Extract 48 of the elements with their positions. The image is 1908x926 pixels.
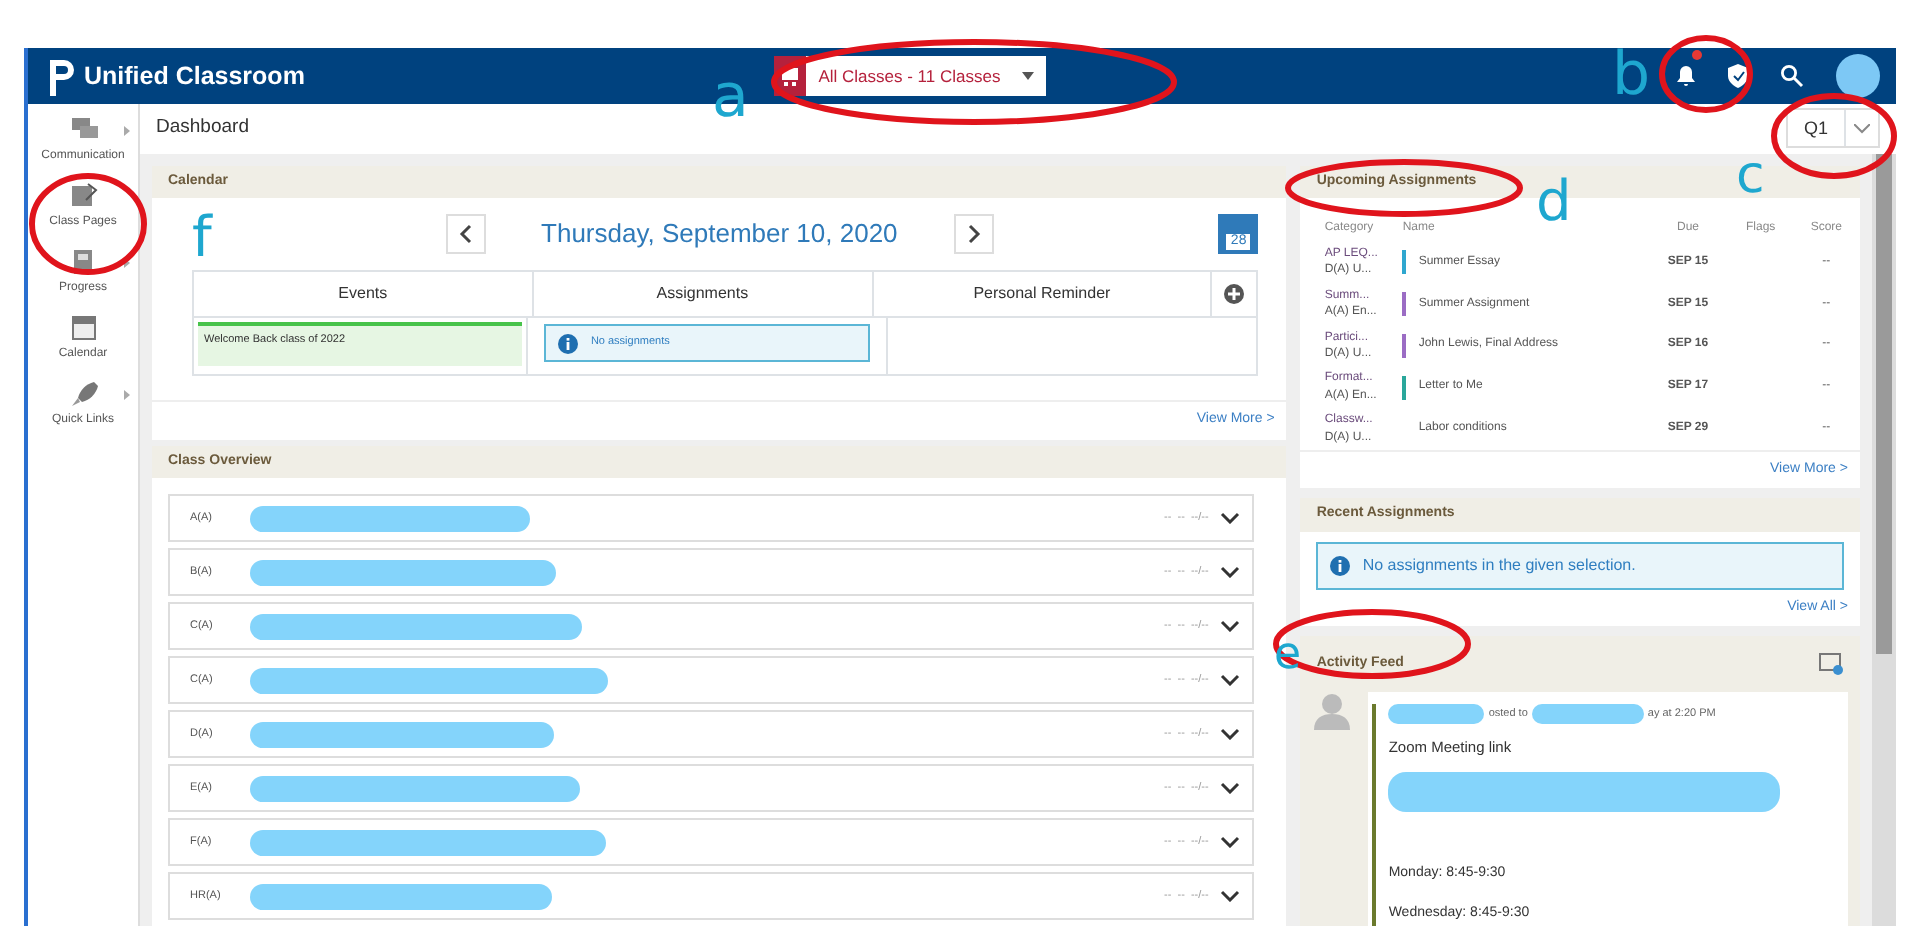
chevron-icon[interactable] xyxy=(1220,620,1241,633)
avatar-icon[interactable] xyxy=(1836,54,1880,98)
avatar-icon xyxy=(1312,692,1353,733)
pages-icon xyxy=(69,182,97,210)
column-header: Personal Reminder xyxy=(973,284,1111,303)
annotation-letter: b xyxy=(1612,40,1651,110)
chevron-right-icon xyxy=(965,224,982,245)
chevron-icon[interactable] xyxy=(1220,836,1241,849)
chevron-icon[interactable] xyxy=(1220,728,1241,741)
logo-icon xyxy=(44,56,76,96)
calendar-icon xyxy=(69,314,97,342)
search-icon[interactable] xyxy=(1780,64,1804,88)
column-header: Assignments xyxy=(656,284,749,303)
annotation-circle xyxy=(29,173,147,275)
caret-icon xyxy=(1022,72,1035,80)
annotation-letter: f xyxy=(192,204,212,270)
annotation-circle xyxy=(1659,35,1753,113)
scrollbar[interactable] xyxy=(1872,153,1896,926)
chat-icon xyxy=(69,116,97,144)
bell-icon[interactable] xyxy=(1676,63,1696,88)
info-icon xyxy=(1330,555,1351,576)
annotation-letter: d xyxy=(1536,168,1572,234)
shield-icon[interactable] xyxy=(1728,64,1748,88)
chevron-icon[interactable] xyxy=(1220,782,1241,795)
column-header: Events xyxy=(338,284,388,303)
annotation-letter: c xyxy=(1736,146,1765,206)
add-icon[interactable] xyxy=(1224,284,1245,305)
redaction-scribble xyxy=(1531,704,1644,725)
next-button[interactable] xyxy=(953,214,994,255)
redaction-scribble xyxy=(1388,704,1485,725)
term-selector[interactable]: Q1 xyxy=(1785,108,1880,149)
chevron-icon xyxy=(1854,123,1870,134)
chevron-icon[interactable] xyxy=(1220,512,1241,525)
calendar-date: Thursday, September 10, 2020 xyxy=(541,216,898,253)
chevron-icon[interactable] xyxy=(1220,890,1241,903)
info-alert: No assignments in the given selection. xyxy=(1316,541,1844,590)
prev-button[interactable] xyxy=(445,214,486,255)
chevron-icon[interactable] xyxy=(1220,674,1241,687)
app-title: Unified Classroom xyxy=(84,59,305,94)
classroom-icon xyxy=(780,66,801,86)
info-icon xyxy=(558,333,579,354)
class-selector[interactable]: All Classes - 11 Classes xyxy=(774,56,1047,96)
chevron-left-icon xyxy=(457,224,474,245)
rocket-icon xyxy=(69,380,97,408)
annotation-circle xyxy=(1771,93,1897,179)
page-title: Dashboard xyxy=(156,114,249,143)
chevron-icon[interactable] xyxy=(1220,566,1241,579)
feed-settings-icon[interactable] xyxy=(1818,652,1844,677)
